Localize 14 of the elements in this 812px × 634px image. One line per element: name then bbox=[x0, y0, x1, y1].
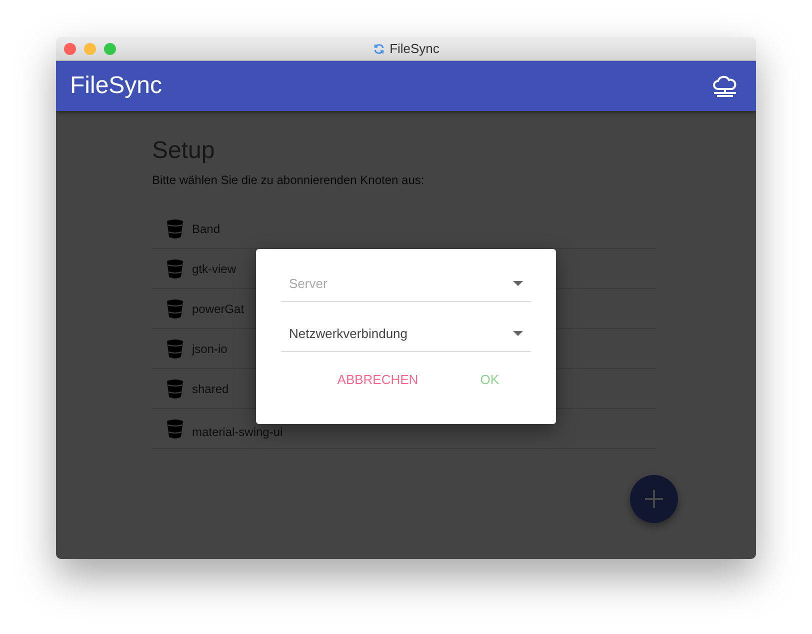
app-title: FileSync bbox=[70, 72, 162, 100]
caret-icon bbox=[513, 280, 523, 286]
window-title: FileSync bbox=[390, 41, 440, 56]
dropdown-field[interactable]: Server bbox=[281, 265, 531, 302]
sync-icon bbox=[372, 42, 385, 54]
close-button[interactable] bbox=[64, 42, 76, 54]
caret-icon bbox=[513, 330, 523, 336]
dropdown-field[interactable]: Netzwerkverbindung bbox=[281, 315, 531, 352]
cloud-icon[interactable] bbox=[712, 75, 738, 97]
instruction-text: Bitte wählen Sie die zu abonnierenden Knoten aus: bbox=[152, 173, 426, 187]
zoom-button[interactable] bbox=[104, 42, 116, 54]
minimize-button[interactable] bbox=[84, 42, 96, 54]
cancel-button[interactable]: ABBRECHEN bbox=[331, 368, 424, 391]
ok-button[interactable]: OK bbox=[474, 368, 505, 391]
